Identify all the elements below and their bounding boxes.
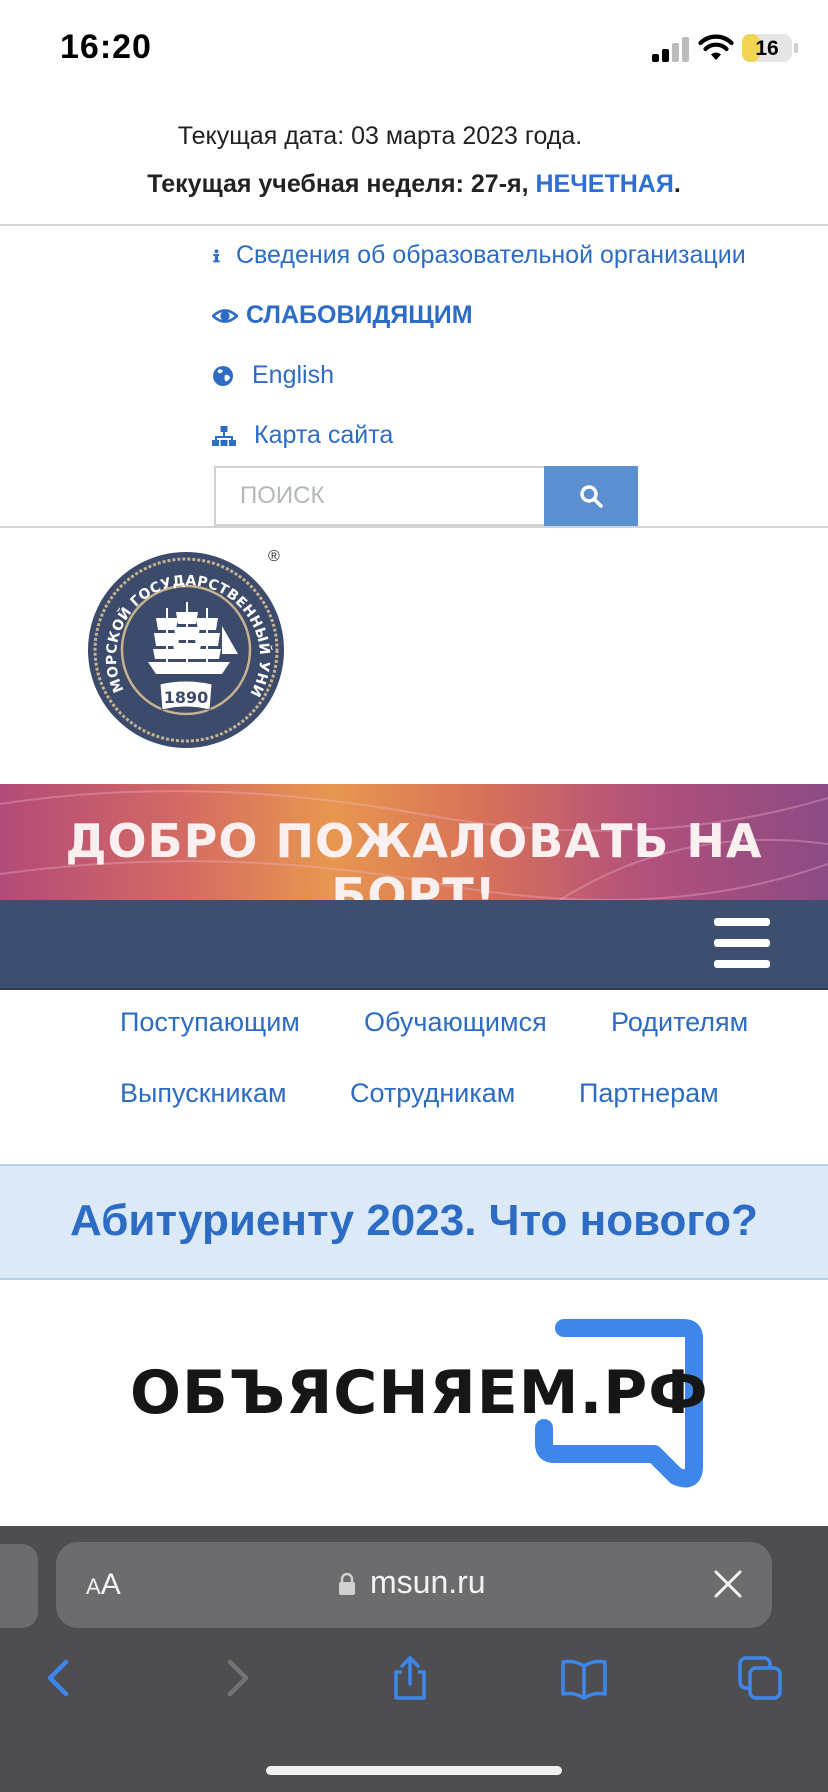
share-icon[interactable] — [386, 1654, 434, 1702]
reader-options-button[interactable]: AA — [86, 1568, 121, 1602]
url-text: msun.ru — [370, 1564, 486, 1600]
globe-icon — [213, 365, 233, 386]
menu-students[interactable]: Обучающимся — [364, 1007, 547, 1038]
status-time: 16:20 — [60, 28, 152, 66]
search-input[interactable] — [216, 468, 544, 524]
home-indicator — [266, 1766, 562, 1775]
close-icon[interactable] — [712, 1568, 744, 1600]
org-info-link[interactable]: Сведения об образовательной организации — [212, 241, 746, 270]
promo-banner[interactable]: Абитуриенту 2023. Что нового? — [0, 1164, 828, 1280]
battery-cap — [794, 43, 798, 53]
english-label: English — [252, 361, 334, 389]
tabs-icon[interactable] — [736, 1654, 784, 1702]
hamburger-menu-icon[interactable] — [714, 918, 770, 968]
menu-graduates[interactable]: Выпускникам — [120, 1078, 287, 1109]
divider — [0, 224, 828, 226]
forward-icon[interactable] — [212, 1654, 260, 1702]
eye-icon — [212, 308, 238, 323]
aa-large: A — [100, 1568, 121, 1601]
search-box — [214, 466, 544, 526]
university-logo[interactable]: МОРСКОЙ ГОСУДАРСТВЕННЫЙ УНИВЕРСИТЕТ 1890 — [86, 550, 290, 754]
sitemap-link[interactable]: Карта сайта — [212, 421, 393, 450]
status-bar: 16:20 16 — [0, 0, 828, 100]
info-icon — [213, 248, 220, 262]
menu-parents[interactable]: Родителям — [611, 1007, 748, 1038]
welcome-banner[interactable]: ДОБРО ПОЖАЛОВАТЬ НА БОРТ! — [0, 784, 828, 900]
week-prefix: Текущая учебная неделя: 27-я, — [147, 170, 536, 198]
battery-percent: 16 — [755, 37, 779, 60]
address-bar[interactable]: AA msun.ru — [56, 1542, 772, 1628]
week-parity[interactable]: НЕЧЕТНАЯ — [536, 170, 674, 198]
previous-tab-preview[interactable] — [0, 1544, 38, 1628]
explain-rf-text: ОБЪЯСНЯЕМ.РФ — [130, 1358, 709, 1428]
lock-icon — [339, 1572, 355, 1595]
sitemap-icon — [212, 425, 236, 446]
low-vision-link[interactable]: СЛАБОВИДЯЩИМ — [212, 301, 473, 330]
main-navbar — [0, 900, 828, 990]
promo-title: Абитуриенту 2023. Что нового? — [70, 1196, 758, 1245]
bookmarks-icon[interactable] — [560, 1654, 608, 1702]
wifi-icon — [698, 34, 734, 60]
menu-staff[interactable]: Сотрудникам — [350, 1078, 515, 1109]
search-icon — [580, 485, 603, 508]
explain-rf-logo[interactable]: ОБЪЯСНЯЕМ.РФ — [124, 1316, 708, 1506]
aa-small: A — [86, 1574, 101, 1599]
current-date: Текущая дата: 03 марта 2023 года. — [177, 122, 583, 150]
menu-partners[interactable]: Партнерам — [579, 1078, 719, 1109]
search-button[interactable] — [544, 466, 638, 526]
english-link[interactable]: English — [212, 361, 334, 390]
logo-year: 1890 — [164, 688, 209, 707]
week-suffix: . — [673, 170, 681, 198]
registered-mark: ® — [268, 548, 280, 565]
cellular-signal-icon — [652, 36, 689, 62]
banner-title: ДОБРО ПОЖАЛОВАТЬ НА БОРТ! — [65, 814, 763, 900]
low-vision-label: СЛАБОВИДЯЩИМ — [246, 301, 473, 329]
back-icon[interactable] — [36, 1654, 84, 1702]
battery-icon: 16 — [742, 34, 792, 62]
sitemap-label: Карта сайта — [254, 421, 394, 449]
menu-applicants[interactable]: Поступающим — [120, 1007, 300, 1038]
current-week: Текущая учебная неделя: 27-я, НЕЧЕТНАЯ. — [0, 170, 828, 199]
divider — [0, 526, 828, 528]
org-info-label: Сведения об образовательной организации — [236, 241, 746, 269]
